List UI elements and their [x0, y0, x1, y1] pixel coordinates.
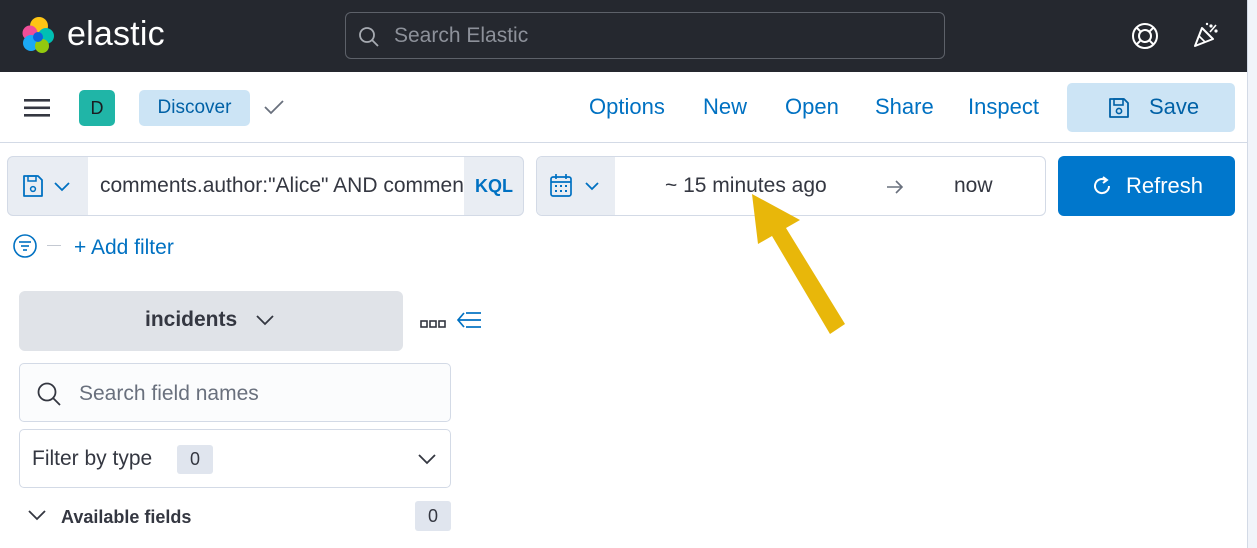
share-link[interactable]: Share: [875, 94, 934, 120]
saved-query-menu-button[interactable]: [8, 157, 88, 215]
save-button[interactable]: Save: [1067, 83, 1235, 132]
search-icon: [358, 26, 380, 53]
save-label: Save: [1149, 94, 1200, 119]
data-view-name: incidents: [145, 308, 238, 331]
options-link[interactable]: Options: [589, 94, 665, 120]
refresh-button[interactable]: Refresh: [1058, 156, 1235, 216]
available-fields-toggle[interactable]: Available fields 0: [19, 500, 451, 532]
help-icon[interactable]: [1130, 21, 1160, 56]
add-filter-button[interactable]: + Add filter: [74, 236, 174, 260]
filter-by-type-dropdown[interactable]: Filter by type 0: [19, 429, 451, 488]
available-fields-label: Available fields: [61, 507, 192, 527]
available-fields-count-badge: 0: [415, 501, 451, 531]
menu-icon[interactable]: [24, 97, 50, 124]
global-search-placeholder: Search Elastic: [394, 24, 529, 47]
global-search-input[interactable]: Search Elastic: [345, 12, 945, 59]
chevron-down-icon: [417, 452, 437, 471]
quick-select-button[interactable]: [537, 157, 615, 215]
end-date-button[interactable]: now: [954, 174, 993, 198]
app-toolbar: D Discover Options New Open Share Inspec…: [0, 72, 1247, 143]
field-search-placeholder: Search field names: [79, 382, 259, 405]
collapse-sidebar-icon[interactable]: [456, 310, 483, 335]
filter-divider: [47, 245, 61, 246]
breadcrumb-discover[interactable]: Discover: [139, 90, 250, 126]
query-language-button[interactable]: KQL: [464, 157, 523, 215]
space-avatar[interactable]: D: [79, 90, 115, 126]
search-icon: [36, 381, 62, 412]
arrow-right-icon: [885, 178, 905, 201]
scrollbar[interactable]: [1247, 0, 1257, 548]
chevron-down-icon: [27, 508, 47, 527]
brand-name: elastic: [67, 15, 165, 53]
global-header: elastic Search Elastic: [0, 0, 1257, 72]
field-search-input[interactable]: Search field names: [19, 363, 451, 422]
news-feed-icon[interactable]: [1191, 20, 1221, 55]
elastic-logo-icon[interactable]: [18, 16, 58, 56]
saved-query-icon: [23, 175, 70, 197]
refresh-label: Refresh: [1126, 173, 1204, 198]
save-icon: [1107, 96, 1131, 125]
data-view-selector[interactable]: incidents: [19, 291, 403, 351]
calendar-icon: [550, 174, 599, 197]
chevron-down-icon: [255, 313, 275, 332]
query-input[interactable]: comments.author:"Alice" AND comments.: [88, 157, 464, 215]
refresh-icon: [1091, 175, 1113, 202]
open-link[interactable]: Open: [785, 94, 839, 120]
more-options-icon[interactable]: [420, 316, 446, 334]
check-icon: [263, 98, 285, 121]
annotation-arrow-icon: [740, 190, 850, 340]
query-bar: comments.author:"Alice" AND comments. KQ…: [7, 156, 524, 216]
filter-menu-icon[interactable]: [12, 233, 38, 264]
filter-by-type-label: Filter by type: [32, 447, 153, 470]
new-link[interactable]: New: [703, 94, 747, 120]
filter-count-badge: 0: [177, 445, 213, 474]
inspect-link[interactable]: Inspect: [968, 94, 1039, 120]
